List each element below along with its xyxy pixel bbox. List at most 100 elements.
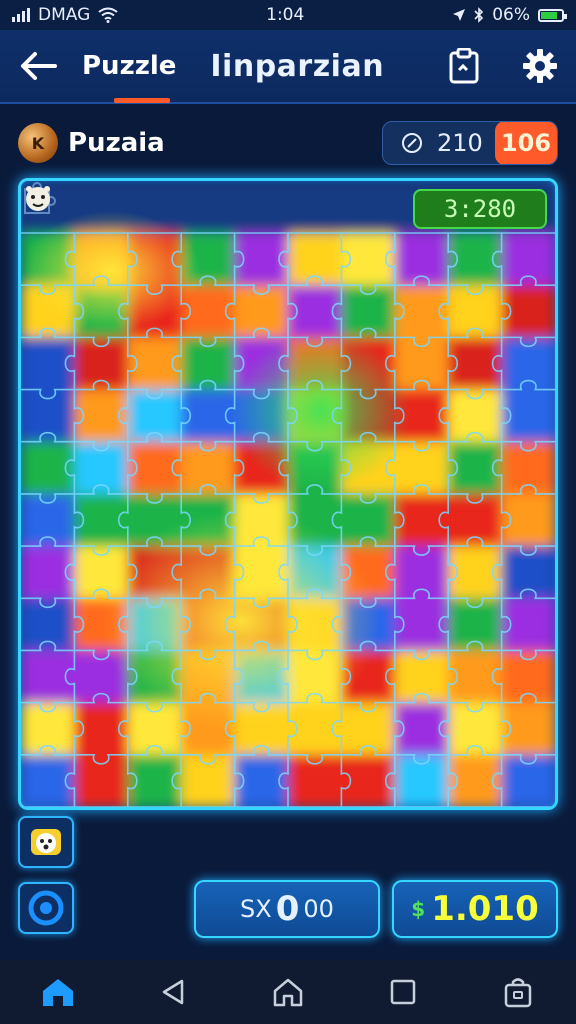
puzzle-tile [501, 598, 555, 652]
puzzle-tile [448, 754, 503, 807]
moves-pill: 210 106 [382, 121, 558, 165]
puzzle-tile [448, 598, 503, 652]
nav-shop[interactable] [496, 970, 540, 1014]
puzzle-tile [448, 233, 503, 287]
puzzle-tile [501, 754, 555, 807]
puzzle-tile [341, 285, 396, 339]
puzzle-tile [21, 702, 76, 756]
puzzle-tile [21, 493, 76, 548]
puzzle-tile [341, 702, 396, 756]
game-logo: K [18, 123, 58, 163]
back-icon [162, 979, 184, 1005]
nav-recents[interactable] [381, 970, 425, 1014]
puzzle-tile [74, 702, 129, 756]
puzzle-tile [394, 650, 450, 704]
score-prefix: SX [240, 895, 272, 923]
puzzle-tile [234, 233, 289, 287]
puzzle-tile [234, 285, 289, 339]
puzzle-tile [394, 441, 450, 495]
timer-display: 3:280 [413, 189, 547, 229]
puzzle-tile [127, 389, 183, 443]
game-header: K Puzaia 210 106 [18, 120, 558, 166]
puzzle-tile [288, 754, 343, 807]
score-value: 0 [275, 889, 300, 929]
puzzle-grid[interactable] [21, 181, 555, 807]
puzzle-tile [501, 441, 555, 495]
status-bar: DMAG 1:04 06% [0, 0, 576, 30]
puzzle-tile [448, 337, 503, 391]
puzzle-tile [448, 702, 503, 756]
carrier-label: DMAG [38, 5, 91, 25]
puzzle-tile [394, 546, 450, 600]
puzzle-tile [501, 389, 555, 443]
mascot-button[interactable] [18, 816, 74, 868]
puzzle-tile [181, 389, 236, 443]
puzzle-tile [394, 754, 450, 807]
dog-icon [31, 829, 61, 855]
puzzle-tile [448, 441, 503, 495]
puzzle-tile [448, 546, 503, 600]
tab-puzzle[interactable]: Puzzle [82, 29, 176, 103]
puzzle-tile [127, 441, 183, 495]
score-button[interactable]: SX 0 00 [194, 880, 380, 938]
puzzle-tile [501, 233, 555, 287]
coins-button[interactable]: $ 1.010 [392, 880, 558, 938]
puzzle-tile [21, 337, 76, 391]
puzzle-tile [21, 389, 76, 443]
puzzle-tile [74, 754, 129, 807]
signal-icon [12, 8, 30, 22]
back-arrow-icon [21, 52, 57, 80]
clipboard-button[interactable] [444, 46, 484, 86]
puzzle-tile [74, 337, 129, 391]
puzzle-tile [341, 233, 396, 287]
ring-icon [28, 890, 64, 926]
puzzle-tile [448, 285, 503, 339]
puzzle-tile [21, 546, 76, 600]
puzzle-tile [394, 702, 450, 756]
settings-button[interactable] [520, 46, 560, 86]
puzzle-tile [74, 441, 129, 495]
puzzle-tile [341, 493, 396, 548]
bag-icon [505, 978, 532, 1008]
location-icon [453, 9, 466, 21]
hint-button[interactable] [18, 882, 74, 934]
puzzle-tile [21, 650, 76, 704]
score-suffix: 00 [303, 895, 334, 923]
puzzle-tile [21, 441, 76, 495]
puzzle-tile [448, 389, 503, 443]
battery-icon [538, 8, 567, 22]
puzzle-tile [21, 754, 76, 807]
nav-bar [0, 960, 576, 1024]
puzzle-tile [341, 754, 396, 807]
gear-icon [523, 49, 557, 83]
nav-home[interactable] [266, 970, 310, 1014]
compass-icon [402, 133, 422, 153]
nav-back[interactable] [151, 970, 195, 1014]
puzzle-tile [181, 441, 236, 495]
puzzle-tile [394, 285, 450, 339]
nav-home-app[interactable] [36, 970, 80, 1014]
puzzle-tile [288, 233, 343, 287]
app-bar: Puzzle Iinparzian [0, 30, 576, 104]
puzzle-tile [127, 754, 183, 807]
puzzle-tile [448, 493, 503, 548]
puzzle-tile [501, 546, 555, 600]
puzzle-tile [288, 285, 343, 339]
page-title: Iinparzian [210, 48, 385, 84]
clipboard-icon [449, 48, 479, 84]
back-button[interactable] [16, 44, 60, 88]
puzzle-tile [181, 754, 236, 807]
battery-percent: 06% [492, 5, 530, 25]
mascot-icon[interactable] [21, 181, 55, 217]
puzzle-tile [394, 598, 450, 652]
puzzle-tile [74, 493, 129, 548]
puzzle-tile [394, 233, 450, 287]
bluetooth-icon [474, 7, 484, 23]
puzzle-tile [234, 754, 289, 807]
puzzle-tile [501, 285, 555, 339]
puzzle-board[interactable]: 3:280 [18, 178, 558, 810]
puzzle-tile [181, 337, 236, 391]
puzzle-tile [501, 493, 555, 548]
coin-balance: 1.010 [431, 889, 539, 929]
square-icon [390, 979, 416, 1005]
